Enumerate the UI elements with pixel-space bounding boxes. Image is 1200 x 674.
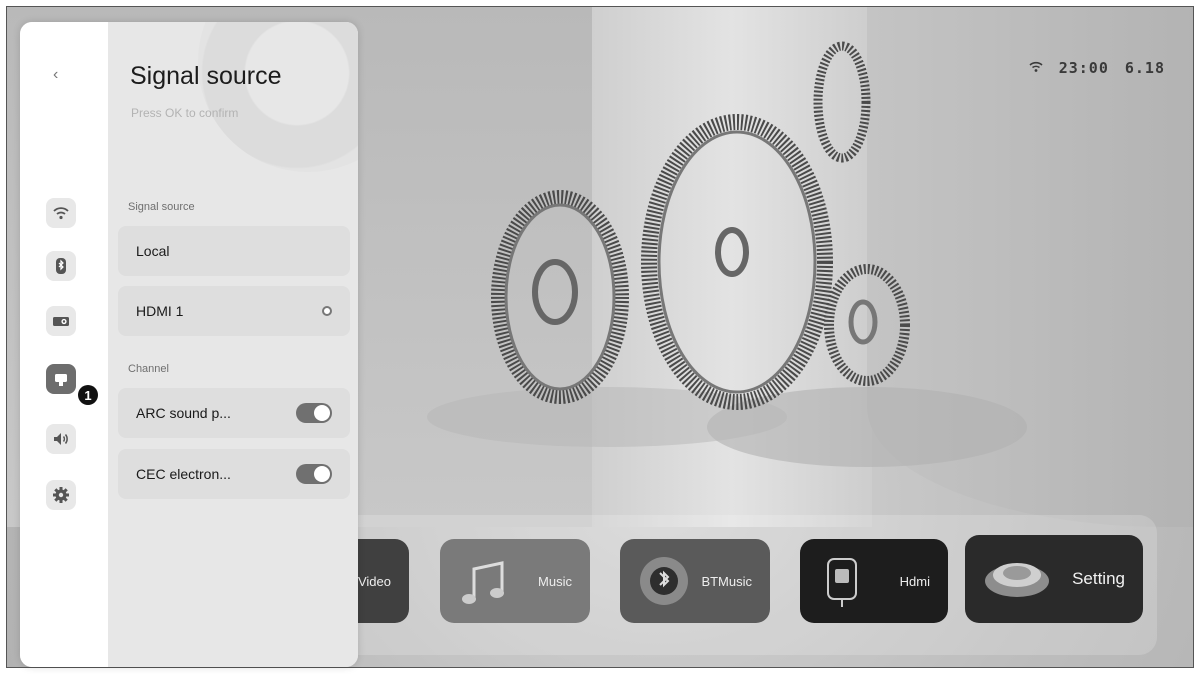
page-title: Signal source xyxy=(130,62,282,90)
section-label-signal-source: Signal source xyxy=(128,201,195,213)
callout-badge: 1 xyxy=(78,385,98,405)
app-label: Hdmi xyxy=(899,573,930,589)
bluetooth-icon[interactable] xyxy=(46,251,76,281)
decorative-circle xyxy=(198,22,358,172)
settings-box-icon xyxy=(985,563,1049,597)
back-icon[interactable]: ‹ xyxy=(53,66,58,84)
signal-source-panel: ‹ 1 Signal source Press OK to confirm Si… xyxy=(20,22,358,667)
status-bar: 23:00 6.18 xyxy=(1029,59,1165,77)
option-cec-electronic[interactable]: CEC electron... xyxy=(118,449,350,499)
signal-source-content: Signal source Press OK to confirm Signal… xyxy=(108,22,358,667)
arc-toggle[interactable] xyxy=(296,403,332,423)
app-btmusic[interactable]: BTMusic xyxy=(620,539,770,623)
bluetooth-speaker-icon xyxy=(640,557,688,605)
option-hdmi-1[interactable]: HDMI 1 xyxy=(118,286,350,336)
radio-button[interactable] xyxy=(322,306,332,316)
option-local[interactable]: Local xyxy=(118,226,350,276)
app-label: Setting xyxy=(1072,569,1125,588)
app-label: BTMusic xyxy=(701,573,752,589)
wifi-icon xyxy=(1029,59,1043,77)
toggle-knob xyxy=(314,466,330,482)
app-music[interactable]: Music xyxy=(440,539,590,623)
option-label: CEC electron... xyxy=(136,466,231,482)
option-label: Local xyxy=(136,243,170,259)
app-label: Music xyxy=(538,573,572,589)
gear-icon[interactable] xyxy=(46,480,76,510)
clock-time: 23:00 xyxy=(1058,59,1109,77)
clock-date: 6.18 xyxy=(1124,59,1165,77)
option-label: ARC sound p... xyxy=(136,405,231,421)
option-label: HDMI 1 xyxy=(136,303,184,319)
option-arc-sound[interactable]: ARC sound p... xyxy=(118,388,350,438)
toggle-knob xyxy=(314,405,330,421)
settings-rail: ‹ 1 xyxy=(20,22,108,667)
volume-icon[interactable] xyxy=(46,424,76,454)
page-subtitle: Press OK to confirm xyxy=(131,106,239,120)
app-hdmi[interactable]: Hdmi xyxy=(800,539,948,623)
app-setting[interactable]: Setting xyxy=(965,535,1143,623)
hdmi-cable-icon xyxy=(827,558,857,607)
app-label: Video xyxy=(357,573,391,589)
hdmi-icon[interactable] xyxy=(46,364,76,394)
music-note-icon xyxy=(462,561,504,604)
wifi-icon[interactable] xyxy=(46,198,76,228)
projector-icon[interactable] xyxy=(46,306,76,336)
cec-toggle[interactable] xyxy=(296,464,332,484)
section-label-channel: Channel xyxy=(128,363,169,375)
